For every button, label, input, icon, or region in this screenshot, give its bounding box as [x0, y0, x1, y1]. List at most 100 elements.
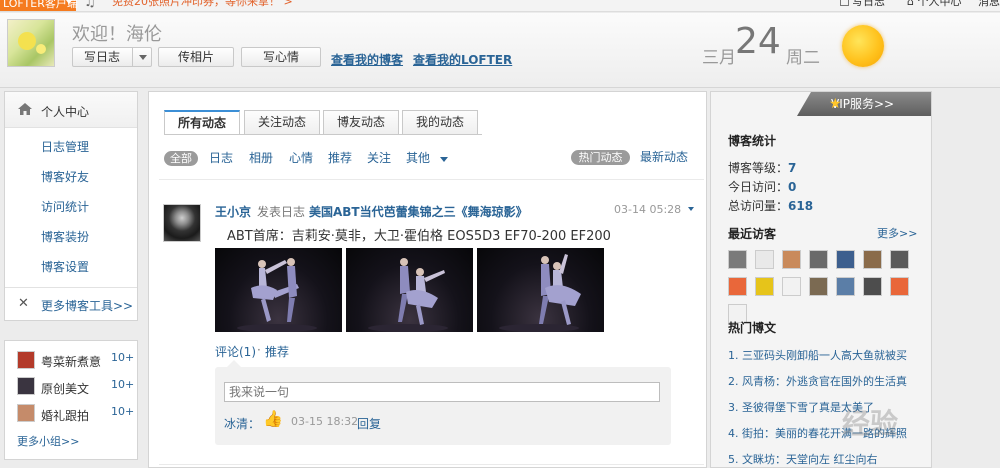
- visitor-avatar[interactable]: [782, 277, 801, 296]
- visitor-avatar[interactable]: [755, 250, 774, 269]
- filter-album[interactable]: 相册: [249, 151, 273, 166]
- sidebar-item-blog-settings[interactable]: 博客设置: [41, 258, 89, 275]
- sidebar-item-blog-friends[interactable]: 博客好友: [41, 168, 89, 185]
- comment-timestamp: 03-15 18:32: [291, 415, 359, 428]
- home-icon: [18, 103, 32, 115]
- divider: [5, 287, 137, 288]
- right-sidebar: VIP服务>> ★ 博客统计 博客等级：7 今日访问：0 总访问量：618 最近…: [710, 91, 932, 468]
- sidebar-item-diary-manage[interactable]: 日志管理: [41, 138, 89, 155]
- visitor-avatar[interactable]: [809, 277, 828, 296]
- top-home-label: 个人中心: [917, 0, 962, 8]
- welcome-text: 欢迎！海伦: [72, 24, 162, 45]
- filter-other[interactable]: 其他: [406, 151, 430, 166]
- music-note-icon[interactable]: ♫: [84, 0, 96, 10]
- edit-icon: [840, 0, 849, 6]
- chevron-down-icon[interactable]: [688, 207, 694, 211]
- date-day: 24: [735, 21, 781, 62]
- divider: [159, 179, 704, 180]
- filter-hot-updates[interactable]: 热门动态: [571, 150, 630, 165]
- reply-link[interactable]: 回复: [357, 415, 381, 432]
- visitor-avatar[interactable]: [782, 250, 801, 269]
- visitor-avatar[interactable]: [836, 277, 855, 296]
- comment-count-link[interactable]: 评论(1): [215, 343, 256, 360]
- visitor-avatar[interactable]: [890, 277, 909, 296]
- comment-box-arrow: [227, 360, 241, 367]
- stat-label: 总访问量：: [728, 199, 789, 213]
- filter-diary[interactable]: 日志: [209, 151, 233, 166]
- recommend-link[interactable]: 推荐: [265, 343, 289, 360]
- group-thumbnail[interactable]: [17, 351, 35, 369]
- visitor-avatar[interactable]: [755, 277, 774, 296]
- lofter-client-menu[interactable]: LOFTER客户端: [0, 0, 78, 11]
- groups-panel: 粤菜新煮意 10+ 原创美文 10+ 婚礼跟拍 10+ 更多小组>>: [4, 340, 138, 460]
- chevron-down-icon[interactable]: [440, 157, 448, 162]
- filter-mood[interactable]: 心情: [289, 151, 313, 166]
- hot-post-link[interactable]: 5. 文眯坊：天堂向左 红尘向右: [728, 451, 928, 467]
- tab-all-updates[interactable]: 所有动态: [164, 110, 240, 135]
- sidebar-item-blog-decor[interactable]: 博客装扮: [41, 228, 89, 245]
- chevron-down-icon[interactable]: [139, 55, 147, 60]
- commenter-name-link[interactable]: 冰清：: [224, 415, 260, 432]
- hot-post-link[interactable]: 1. 三亚码头刚卸船一人高大鱼就被买: [728, 347, 928, 363]
- user-avatar[interactable]: [7, 19, 55, 67]
- group-item-name[interactable]: 原创美文: [41, 380, 89, 397]
- recent-visitors-title: 最近访客: [728, 227, 777, 241]
- post-photo[interactable]: [477, 248, 604, 332]
- comment-panel: 冰清： 👍 03-15 18:32 回复: [215, 367, 671, 445]
- visitor-avatar[interactable]: [728, 250, 747, 269]
- tab-friend-updates[interactable]: 博友动态: [323, 110, 399, 134]
- personal-center-header[interactable]: 个人中心: [5, 92, 137, 128]
- post-photo[interactable]: [346, 248, 473, 332]
- view-my-lofter-link[interactable]: 查看我的LOFTER: [413, 51, 512, 68]
- post-action-text: 发表日志: [257, 205, 306, 219]
- group-item-name[interactable]: 婚礼跟拍: [41, 407, 89, 424]
- post-photo[interactable]: [215, 248, 342, 332]
- stat-value: 0: [788, 180, 797, 194]
- top-home-link[interactable]: ⌂ 个人中心: [907, 0, 961, 9]
- top-write-link[interactable]: 写日志: [840, 0, 885, 9]
- view-my-blog-link[interactable]: 查看我的博客: [331, 51, 403, 68]
- sun-icon: [842, 25, 884, 67]
- post-body-text: ABT首席：吉莉安·莫非，大卫·霍伯格 EOS5D3 EF70-200 EF20…: [227, 229, 611, 244]
- visitor-avatar[interactable]: [836, 250, 855, 269]
- group-thumbnail[interactable]: [17, 377, 35, 395]
- filter-all[interactable]: 全部: [164, 151, 198, 166]
- tab-follow-updates[interactable]: 关注动态: [244, 110, 320, 134]
- filter-follow[interactable]: 关注: [367, 151, 391, 166]
- stat-label: 今日访问：: [728, 180, 789, 194]
- stat-value: 7: [788, 161, 797, 175]
- comment-input[interactable]: [224, 382, 660, 402]
- stat-label: 博客等级：: [728, 161, 789, 175]
- tools-icon: ✕: [18, 296, 29, 311]
- visitor-avatar[interactable]: [863, 277, 882, 296]
- more-blog-tools-link[interactable]: 更多博客工具>>: [41, 297, 133, 314]
- visitor-avatar[interactable]: [863, 250, 882, 269]
- more-groups-link[interactable]: 更多小组>>: [17, 433, 79, 449]
- hot-post-link[interactable]: 2. 风青杨：外逃贪官在国外的生活真: [728, 373, 928, 389]
- more-visitors-link[interactable]: 更多>>: [877, 225, 917, 241]
- filter-latest-updates[interactable]: 最新动态: [640, 150, 688, 165]
- promo-link[interactable]: 免费20张照片冲印券，等你来拿！ >: [112, 0, 293, 9]
- sidebar-item-visit-stats[interactable]: 访问统计: [41, 198, 89, 215]
- stat-row: 博客等级：7: [728, 159, 796, 176]
- author-name-link[interactable]: 王小京: [215, 203, 251, 220]
- visitor-avatar[interactable]: [728, 277, 747, 296]
- group-item-name[interactable]: 粤菜新煮意: [41, 353, 101, 370]
- watermark: 经验: [842, 407, 899, 440]
- write-mood-button[interactable]: 写心情: [241, 47, 321, 67]
- top-message-link[interactable]: 消息: [978, 0, 1000, 9]
- visitor-avatar[interactable]: [890, 250, 909, 269]
- dancer-figure: [237, 258, 317, 332]
- vip-service-link[interactable]: VIP服务>>: [797, 92, 931, 116]
- write-diary-button[interactable]: 写日志: [72, 47, 152, 67]
- tab-my-updates[interactable]: 我的动态: [402, 110, 478, 134]
- filter-recommend[interactable]: 推荐: [328, 151, 352, 166]
- author-avatar[interactable]: [163, 204, 201, 242]
- visitor-avatar[interactable]: [809, 250, 828, 269]
- date-weekday: 周二: [786, 48, 820, 68]
- upload-photo-button[interactable]: 传相片: [158, 47, 234, 67]
- group-thumbnail[interactable]: [17, 404, 35, 422]
- personal-center-label: 个人中心: [41, 105, 90, 119]
- post-title-link[interactable]: 美国ABT当代芭蕾集锦之三《舞海琼影》: [309, 203, 528, 220]
- top-bar: LOFTER客户端 ♫ 免费20张照片冲印券，等你来拿！ > 写日志 ⌂ 个人中…: [0, 0, 1000, 12]
